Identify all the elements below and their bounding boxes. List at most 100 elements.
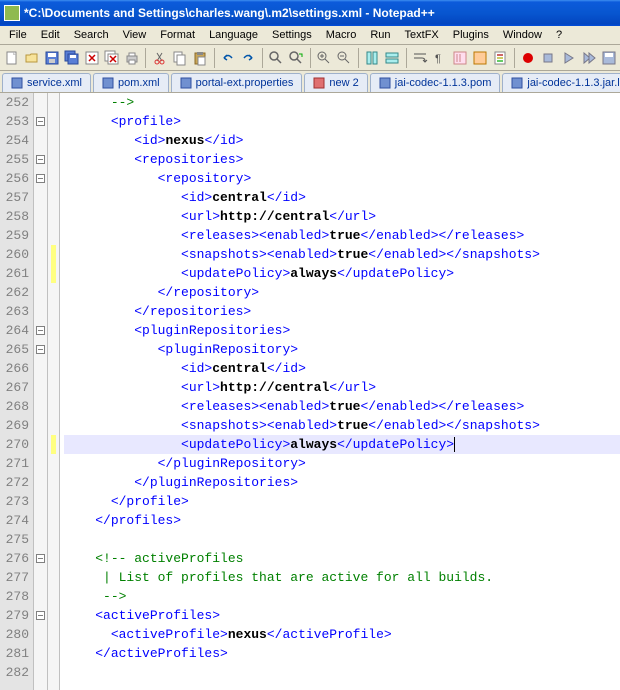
tab[interactable]: portal-ext.properties [171,73,303,92]
fold-toggle-icon[interactable] [36,345,45,354]
separator [406,48,407,68]
line-number: 262 [0,283,29,302]
menu-language[interactable]: Language [202,27,265,43]
code-line[interactable]: <activeProfiles> [64,606,620,625]
text-cursor [454,437,455,452]
play-multi-icon[interactable] [579,47,598,68]
paste-icon[interactable] [190,47,209,68]
line-number: 260 [0,245,29,264]
code-line[interactable]: --> [64,93,620,112]
code-line[interactable]: <id>nexus</id> [64,131,620,150]
cut-icon[interactable] [150,47,169,68]
menu-edit[interactable]: Edit [34,27,67,43]
code-line[interactable]: <url>http://central</url> [64,207,620,226]
tab-status-icon [11,77,23,89]
zoom-in-icon[interactable] [315,47,334,68]
tab[interactable]: new 2 [304,73,367,92]
close-icon[interactable] [82,47,101,68]
tab-label: pom.xml [118,77,160,89]
menu-window[interactable]: Window [496,27,549,43]
menu-[interactable]: ? [549,27,569,43]
fold-toggle-icon[interactable] [36,155,45,164]
menu-textfx[interactable]: TextFX [398,27,446,43]
menu-run[interactable]: Run [363,27,397,43]
record-icon[interactable] [519,47,538,68]
menu-plugins[interactable]: Plugins [446,27,496,43]
tab[interactable]: service.xml [2,73,91,92]
play-icon[interactable] [559,47,578,68]
replace-icon[interactable] [287,47,306,68]
fold-toggle-icon[interactable] [36,174,45,183]
undo-icon[interactable] [218,47,237,68]
zoom-out-icon[interactable] [335,47,354,68]
menu-search[interactable]: Search [67,27,116,43]
code-line[interactable]: <snapshots><enabled>true</enabled></snap… [64,416,620,435]
menu-settings[interactable]: Settings [265,27,319,43]
find-icon[interactable] [266,47,285,68]
close-all-icon[interactable] [102,47,121,68]
code-line[interactable]: </profiles> [64,511,620,530]
redo-icon[interactable] [239,47,258,68]
line-number: 263 [0,302,29,321]
word-wrap-icon[interactable] [411,47,430,68]
menu-format[interactable]: Format [153,27,202,43]
code-line[interactable]: <pluginRepository> [64,340,620,359]
tab[interactable]: jai-codec-1.1.3.jar.lastUpdated [502,73,620,92]
fold-toggle-icon[interactable] [36,554,45,563]
show-all-chars-icon[interactable]: ¶ [431,47,450,68]
code-line[interactable]: </repository> [64,283,620,302]
code-line[interactable]: --> [64,587,620,606]
code-line[interactable]: </pluginRepository> [64,454,620,473]
code-area[interactable]: --> <profile> <id>nexus</id> <repositori… [60,93,620,690]
code-line[interactable]: <profile> [64,112,620,131]
open-file-icon[interactable] [22,47,41,68]
code-line[interactable]: <snapshots><enabled>true</enabled></snap… [64,245,620,264]
save-macro-icon[interactable] [599,47,618,68]
code-line[interactable]: </activeProfiles> [64,644,620,663]
new-file-icon[interactable] [2,47,21,68]
save-icon[interactable] [42,47,61,68]
code-line[interactable]: <repository> [64,169,620,188]
code-line[interactable]: </pluginRepositories> [64,473,620,492]
code-line[interactable]: <!-- activeProfiles [64,549,620,568]
fold-toggle-icon[interactable] [36,326,45,335]
copy-icon[interactable] [170,47,189,68]
print-icon[interactable] [122,47,141,68]
fold-toggle-icon[interactable] [36,117,45,126]
tab[interactable]: pom.xml [93,73,169,92]
code-line[interactable]: <repositories> [64,150,620,169]
code-line[interactable]: </repositories> [64,302,620,321]
fold-column[interactable] [34,93,48,690]
code-line[interactable]: <releases><enabled>true</enabled></relea… [64,226,620,245]
indent-guide-icon[interactable] [451,47,470,68]
tab-status-icon [313,77,325,89]
toolbar: ¶ [0,45,620,71]
change-mark [51,245,56,264]
menu-view[interactable]: View [116,27,154,43]
sync-h-icon[interactable] [383,47,402,68]
code-line[interactable]: <id>central</id> [64,188,620,207]
code-line[interactable]: <updatePolicy>always</updatePolicy> [64,264,620,283]
code-line[interactable]: <id>central</id> [64,359,620,378]
editor[interactable]: 2522532542552562572582592602612622632642… [0,93,620,690]
tab[interactable]: jai-codec-1.1.3.pom [370,73,501,92]
doc-map-icon[interactable] [491,47,510,68]
code-line[interactable]: <releases><enabled>true</enabled></relea… [64,397,620,416]
menu-file[interactable]: File [2,27,34,43]
stop-icon[interactable] [539,47,558,68]
code-line[interactable]: <pluginRepositories> [64,321,620,340]
code-line[interactable]: <updatePolicy>always</updatePolicy> [64,435,620,454]
line-number: 272 [0,473,29,492]
code-line[interactable] [64,663,620,682]
code-line[interactable]: <activeProfile>nexus</activeProfile> [64,625,620,644]
save-all-icon[interactable] [62,47,81,68]
menu-macro[interactable]: Macro [319,27,364,43]
code-line[interactable]: | List of profiles that are active for a… [64,568,620,587]
code-line[interactable]: </profile> [64,492,620,511]
code-line[interactable]: <url>http://central</url> [64,378,620,397]
sync-v-icon[interactable] [363,47,382,68]
tab-label: jai-codec-1.1.3.pom [395,77,492,89]
code-line[interactable] [64,530,620,549]
fold-toggle-icon[interactable] [36,611,45,620]
user-lang-icon[interactable] [471,47,490,68]
